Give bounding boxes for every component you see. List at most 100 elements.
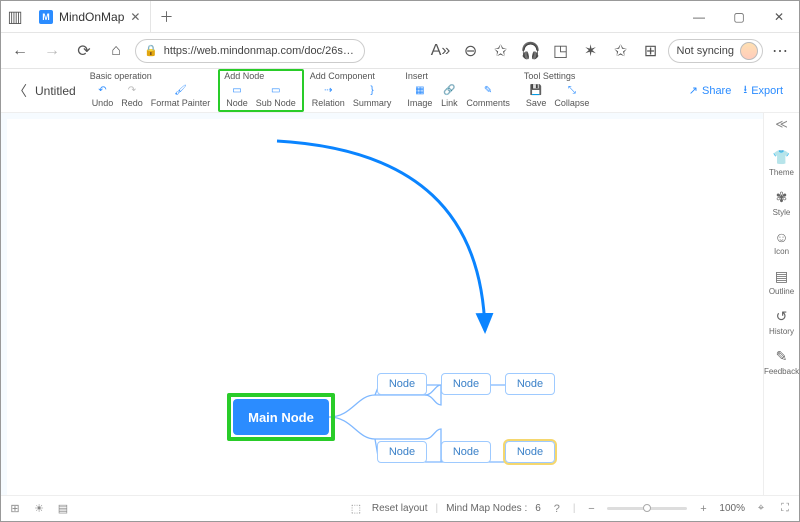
sub-node-icon: ▭ [268,83,284,97]
sun-icon[interactable]: ☀ [31,502,47,515]
edge-lines [7,119,767,495]
tab-mindonmap[interactable]: M MindOnMap ✕ [29,1,151,32]
site-icon: M [39,10,53,24]
export-icon: ⭳ [743,81,747,100]
comments-button[interactable]: ✎Comments [462,83,514,108]
maximize-button[interactable]: ▢ [719,1,759,33]
zoom-out-button[interactable]: − [583,503,599,515]
node-icon: ▭ [229,83,245,97]
format-painter-icon: 🖌 [172,83,188,97]
reset-layout-label[interactable]: Reset layout [372,503,428,514]
help-icon[interactable]: ? [549,503,565,515]
cube-icon[interactable]: ◳ [548,38,574,64]
history-icon: ↺ [776,308,788,325]
grid-icon[interactable]: ⊞ [7,502,23,515]
title-bar: ▥ M MindOnMap ✕ ＋ — ▢ ✕ [1,1,799,33]
group-add-component: Add Component ⇢Relation }Summary [304,69,400,112]
doc-title[interactable]: Untitled [35,84,76,98]
relation-button[interactable]: ⇢Relation [308,83,349,108]
export-button[interactable]: ⭳Export [743,81,783,100]
refresh-button[interactable]: ⟳ [71,38,97,64]
canvas-wrap: Main Node Node Node Node Node Node Node [1,113,763,495]
url-text: https://web.mindonmap.com/doc/26s3RevDue… [164,45,356,57]
sub-node[interactable]: Node [377,373,427,395]
url-box[interactable]: 🔒 https://web.mindonmap.com/doc/26s3RevD… [135,39,365,63]
browser-window: ▥ M MindOnMap ✕ ＋ — ▢ ✕ ← → ⟳ ⌂ 🔒 https:… [0,0,800,522]
close-icon[interactable]: ✕ [130,10,140,24]
tab-title: MindOnMap [59,10,124,24]
redo-button[interactable]: ↷Redo [117,83,147,108]
body-row: Main Node Node Node Node Node Node Node … [1,113,799,495]
image-icon: ▦ [412,83,428,97]
save-button[interactable]: 💾Save [522,83,551,108]
layers-icon[interactable]: ▤ [55,502,71,515]
collections-icon[interactable]: ⊞ [638,38,664,64]
group-basic: Basic operation ↶Undo ↷Redo 🖌Format Pain… [84,69,219,112]
toolbar-groups: Basic operation ↶Undo ↷Redo 🖌Format Pain… [84,69,598,112]
collapse-icon: ⤡ [564,83,580,97]
minimize-button[interactable]: — [679,1,719,33]
share-icon: ↗ [689,84,698,97]
collapse-button[interactable]: ⤡Collapse [550,83,593,108]
forward-button[interactable]: → [39,38,65,64]
add-sub-node-button[interactable]: ▭Sub Node [252,83,300,108]
zoom-slider[interactable] [607,507,687,510]
summary-button[interactable]: }Summary [349,83,396,108]
add-node-button[interactable]: ▭Node [222,83,252,108]
new-tab-button[interactable]: ＋ [151,7,181,27]
back-chevron-icon[interactable]: 〈 [13,81,27,101]
side-icon[interactable]: ☺Icon [764,223,799,262]
side-theme[interactable]: 👕Theme [764,143,799,183]
feedback-icon: ✎ [776,348,788,365]
headphones-icon[interactable]: 🎧 [518,38,544,64]
format-painter-button[interactable]: 🖌Format Painter [147,83,215,108]
back-button[interactable]: ← [7,38,33,64]
extensions-icon[interactable]: ✶ [578,38,604,64]
home-button[interactable]: ⌂ [103,38,129,64]
sub-node[interactable]: Node [441,373,491,395]
side-feedback[interactable]: ✎Feedback [764,342,799,382]
share-button[interactable]: ↗Share [689,84,732,97]
read-aloud-icon[interactable]: A» [428,38,454,64]
zoom-handle[interactable] [643,504,651,512]
image-button[interactable]: ▦Image [403,83,436,108]
side-history[interactable]: ↺History [764,302,799,342]
style-icon: ✾ [776,189,788,206]
status-right: ⬚ Reset layout | Mind Map Nodes : 6 ? | … [348,502,793,515]
save-icon: 💾 [528,83,544,97]
sub-node[interactable]: Node [441,441,491,463]
comments-icon: ✎ [480,83,496,97]
more-icon[interactable]: ⋯ [767,38,793,64]
tab-overview-icon[interactable]: ▥ [1,7,29,27]
zoom-in-button[interactable]: + [695,503,711,515]
zoom-out-icon[interactable]: ⊖ [458,38,484,64]
relation-icon: ⇢ [320,83,336,97]
sub-node-editing[interactable]: Node [505,441,555,463]
sync-label: Not syncing [677,45,734,57]
icon-icon: ☺ [774,229,788,245]
nodes-label: Mind Map Nodes : [446,503,527,514]
favorite-icon[interactable]: ✩ [488,38,514,64]
undo-button[interactable]: ↶Undo [88,83,118,108]
app: 〈 Untitled Basic operation ↶Undo ↷Redo 🖌… [1,69,799,521]
profile-sync[interactable]: Not syncing [668,39,763,63]
close-button[interactable]: ✕ [759,1,799,33]
group-add-component-label: Add Component [308,71,396,83]
doc-header: 〈 Untitled [5,69,84,112]
fullscreen-icon[interactable]: ⛶ [777,502,793,515]
canvas[interactable]: Main Node Node Node Node Node Node Node [7,119,763,495]
sub-node[interactable]: Node [505,373,555,395]
group-insert: Insert ▦Image 🔗Link ✎Comments [399,69,518,112]
reset-layout-icon[interactable]: ⬚ [348,502,364,515]
link-button[interactable]: 🔗Link [436,83,462,108]
side-outline[interactable]: ▤Outline [764,262,799,302]
favorites-list-icon[interactable]: ✩ [608,38,634,64]
group-add-node: Add Node ▭Node ▭Sub Node [218,69,304,112]
side-collapse-icon[interactable]: ≪ [775,117,788,137]
sub-node[interactable]: Node [377,441,427,463]
center-icon[interactable]: ⌖ [753,502,769,515]
summary-icon: } [364,83,380,97]
side-style[interactable]: ✾Style [764,183,799,223]
main-node[interactable]: Main Node [233,399,329,435]
status-bar: ⊞ ☀ ▤ ⬚ Reset layout | Mind Map Nodes : … [1,495,799,521]
